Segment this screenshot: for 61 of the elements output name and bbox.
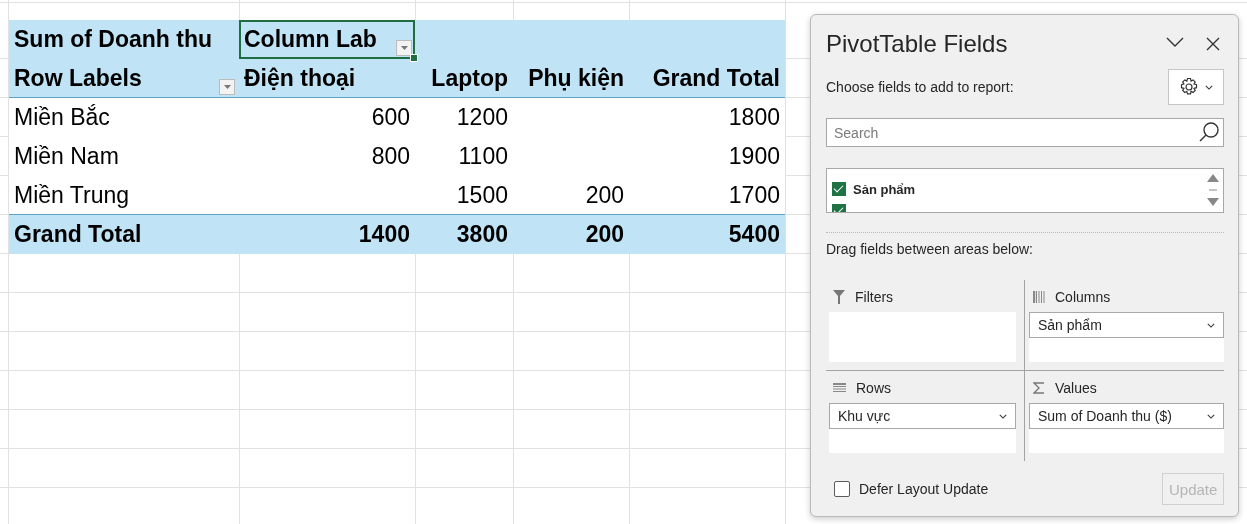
drop-area[interactable]: Sum of Doanh thu ($) bbox=[1029, 403, 1224, 453]
field-chip[interactable]: Sản phẩm bbox=[1029, 312, 1224, 338]
panel-title: PivotTable Fields bbox=[826, 30, 1008, 58]
table-cell: 800 bbox=[371, 143, 410, 170]
field-name: Sản phẩm bbox=[853, 181, 916, 197]
caret-icon bbox=[400, 46, 408, 50]
fill-handle[interactable] bbox=[410, 54, 418, 62]
column-header: Laptop bbox=[431, 64, 508, 92]
drop-area[interactable]: Khu vực bbox=[829, 403, 1016, 453]
filter-dropdown-button[interactable] bbox=[396, 40, 412, 56]
table-cell: 1700 bbox=[728, 181, 780, 209]
column-header: Phụ kiện bbox=[528, 64, 624, 92]
area-label: Filters bbox=[855, 289, 894, 305]
filter-dropdown-button[interactable] bbox=[219, 79, 235, 95]
scroll-arrows-icon[interactable] bbox=[1207, 173, 1219, 207]
chevron-down-icon[interactable] bbox=[1166, 37, 1184, 47]
instruction-text: Choose fields to add to report: bbox=[826, 79, 1014, 95]
grand-total-value: 3800 bbox=[456, 221, 508, 248]
table-cell: 1200 bbox=[456, 104, 508, 131]
checkbox-label: Defer Layout Update bbox=[859, 481, 989, 497]
area-label: Rows bbox=[856, 380, 891, 396]
grand-total-value: 200 bbox=[585, 221, 624, 248]
field-chip[interactable]: Sum of Doanh thu ($) bbox=[1029, 403, 1224, 429]
field-chip[interactable]: Khu vực bbox=[829, 403, 1016, 429]
checkbox[interactable] bbox=[834, 481, 850, 497]
drop-area[interactable]: Sản phẩm bbox=[1029, 312, 1224, 362]
pivot-value-label: Sum of Doanh thu bbox=[14, 26, 213, 53]
row-label: Miền Trung bbox=[14, 181, 130, 209]
row-label: Miền Bắc bbox=[14, 104, 110, 131]
settings-icon bbox=[1179, 77, 1199, 97]
row-label: Grand Total bbox=[14, 221, 142, 248]
search-field[interactable]: Search bbox=[826, 118, 1224, 147]
chevron-down-icon bbox=[1207, 322, 1215, 328]
chevron-down-icon bbox=[999, 413, 1007, 419]
chevron-down-icon bbox=[1207, 413, 1215, 419]
chevron-down-icon bbox=[1205, 84, 1213, 90]
table-cell: 1900 bbox=[728, 143, 780, 170]
sigma-icon bbox=[1033, 382, 1045, 394]
grand-total-value: 1400 bbox=[358, 221, 410, 248]
selected-cell[interactable]: Column Lab bbox=[239, 20, 415, 59]
settings-button[interactable] bbox=[1168, 69, 1224, 105]
area-label: Columns bbox=[1055, 289, 1111, 305]
row-labels-header: Row Labels bbox=[14, 64, 142, 92]
row-label: Miền Nam bbox=[14, 143, 119, 170]
close-icon[interactable] bbox=[1206, 37, 1220, 51]
caret-icon bbox=[223, 85, 231, 89]
grand-total-value: 5400 bbox=[728, 221, 780, 248]
area-label: Values bbox=[1055, 380, 1097, 396]
search-icon bbox=[1198, 121, 1220, 143]
column-header: Điện thoại bbox=[244, 64, 356, 92]
checkbox[interactable] bbox=[832, 182, 846, 196]
table-cell: 1500 bbox=[456, 181, 508, 209]
table-cell: 1100 bbox=[458, 143, 508, 170]
rows-icon bbox=[833, 383, 846, 393]
instruction-text: Drag fields between areas below: bbox=[826, 241, 1034, 257]
columns-icon bbox=[1033, 291, 1045, 303]
table-cell: 600 bbox=[371, 104, 410, 131]
filter-icon bbox=[833, 290, 845, 304]
table-cell: 200 bbox=[585, 181, 624, 209]
column-header: Grand Total bbox=[652, 64, 780, 92]
table-cell: 1800 bbox=[728, 104, 780, 131]
